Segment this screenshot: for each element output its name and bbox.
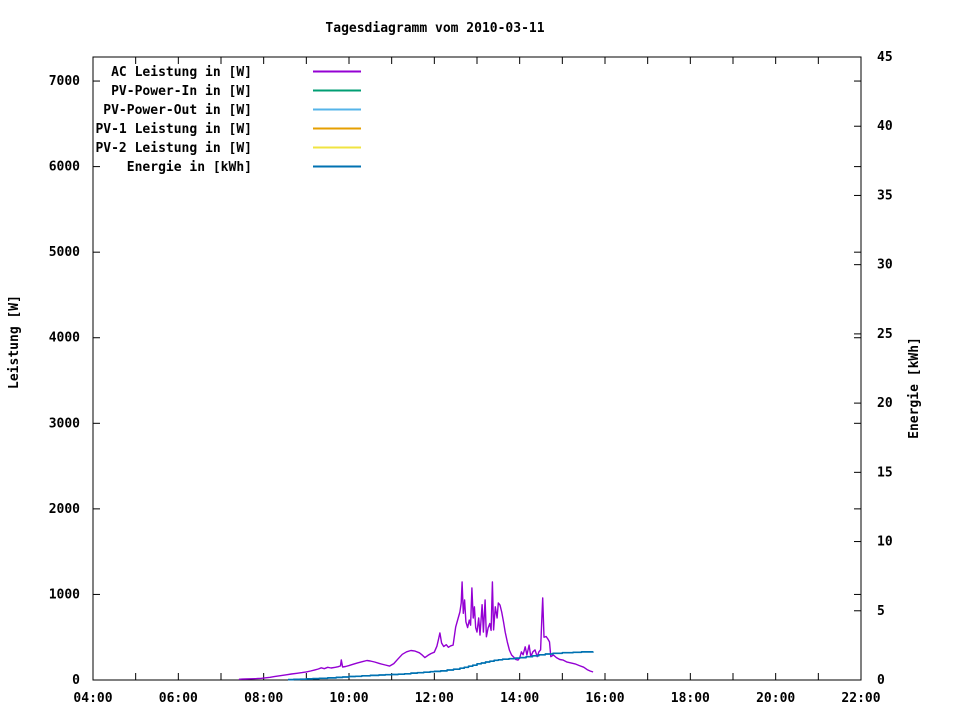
y2-tick-label: 45 [877, 50, 893, 65]
x-tick-label: 16:00 [585, 691, 624, 706]
y-tick-label: 5000 [49, 245, 80, 260]
legend-label-energie: Energie in [kWh] [127, 160, 252, 175]
x-tick-label: 12:00 [415, 691, 454, 706]
series-ac-leistung [238, 581, 594, 680]
y-tick-label: 2000 [49, 502, 80, 517]
legend-label-pv2-leistung: PV-2 Leistung in [W] [95, 141, 252, 156]
y2-tick-label: 40 [877, 119, 893, 134]
series-energie [288, 651, 594, 681]
legend-label-ac-leistung: AC Leistung in [W] [111, 65, 252, 80]
y-tick-label: 1000 [49, 587, 80, 602]
y2-tick-label: 30 [877, 258, 893, 273]
legend-label-pv1-leistung: PV-1 Leistung in [W] [95, 122, 252, 137]
x-tick-label: 08:00 [244, 691, 283, 706]
y2-tick-label: 35 [877, 188, 893, 203]
x-tick-label: 14:00 [500, 691, 539, 706]
x-tick-label: 06:00 [159, 691, 198, 706]
y-tick-label: 6000 [49, 160, 80, 175]
plot-area: 04:00 06:00 08:00 10:00 12:00 14:00 16:00 18:00… [49, 50, 893, 706]
y-tick-label: 0 [72, 673, 80, 688]
x-tick-label: 04:00 [73, 691, 112, 706]
y2-tick-label: 10 [877, 535, 893, 550]
y2-tick-label: 25 [877, 327, 893, 342]
x-tick-label: 20:00 [756, 691, 795, 706]
legend-label-pv-power-out: PV-Power-Out in [W] [103, 103, 252, 118]
y2-tick-label: 5 [877, 604, 885, 619]
x-tick-label: 22:00 [841, 691, 880, 706]
y-tick-label: 7000 [49, 74, 80, 89]
y2-tick-label: 15 [877, 465, 893, 480]
y2-tick-label: 0 [877, 673, 885, 688]
legend-label-pv-power-in: PV-Power-In in [W] [111, 84, 252, 99]
chart-canvas: Tagesdiagramm vom 2010-03-11 Leistung [W… [0, 0, 960, 720]
y-tick-label: 3000 [49, 416, 80, 431]
y-tick-label: 4000 [49, 331, 80, 346]
y2-tick-label: 20 [877, 396, 893, 411]
x-tick-label: 18:00 [671, 691, 710, 706]
x-tick-label: 10:00 [329, 691, 368, 706]
